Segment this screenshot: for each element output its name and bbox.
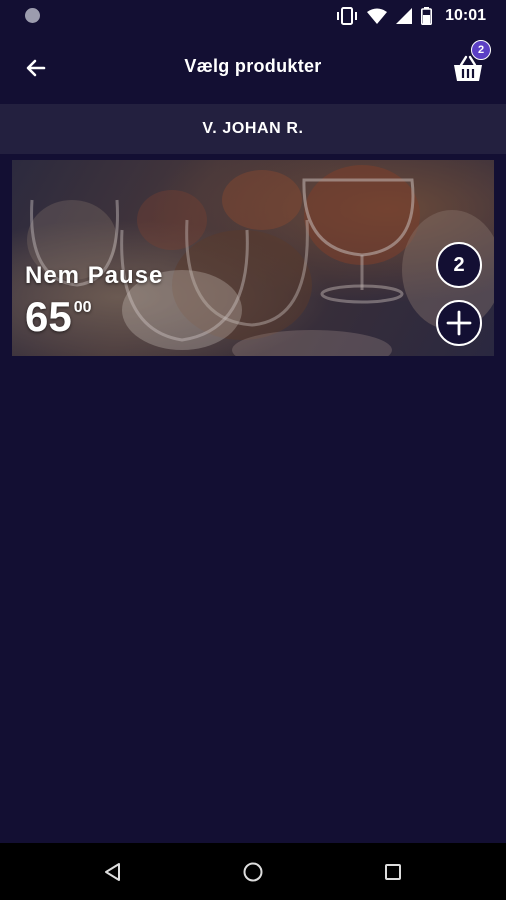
- basket-count-badge: 2: [471, 40, 491, 60]
- add-product-button[interactable]: [436, 300, 482, 346]
- page-title: Vælg produkter: [184, 56, 322, 76]
- vibrate-icon: [337, 7, 358, 25]
- signal-icon: [396, 8, 413, 24]
- nav-back-button[interactable]: [101, 860, 125, 884]
- square-recents-icon: [385, 864, 401, 880]
- nav-recents-button[interactable]: [381, 860, 405, 884]
- triangle-back-icon: [105, 863, 120, 881]
- status-icons: 10:01: [336, 5, 486, 27]
- wifi-icon: [367, 8, 388, 24]
- product-card[interactable]: Nem Pause 65 00 2: [12, 160, 494, 356]
- price-cents: 00: [73, 299, 92, 316]
- battery-icon: [421, 7, 433, 25]
- status-bar: 10:01: [0, 0, 506, 32]
- notification-dot-icon: [25, 8, 40, 23]
- quantity-indicator: 2: [436, 242, 482, 288]
- clock: 10:01: [445, 7, 486, 24]
- product-name: Nem Pause: [25, 262, 164, 289]
- plus-icon: [446, 310, 472, 336]
- price-main: 65: [25, 293, 72, 340]
- nav-home-button[interactable]: [241, 860, 265, 884]
- navigation-bar: [0, 843, 506, 900]
- section-header: V. JOHAN R.: [0, 104, 506, 154]
- circle-home-icon: [243, 862, 263, 882]
- app-bar: Vælg produkter 2: [0, 32, 506, 104]
- product-price: 65 00: [25, 296, 92, 338]
